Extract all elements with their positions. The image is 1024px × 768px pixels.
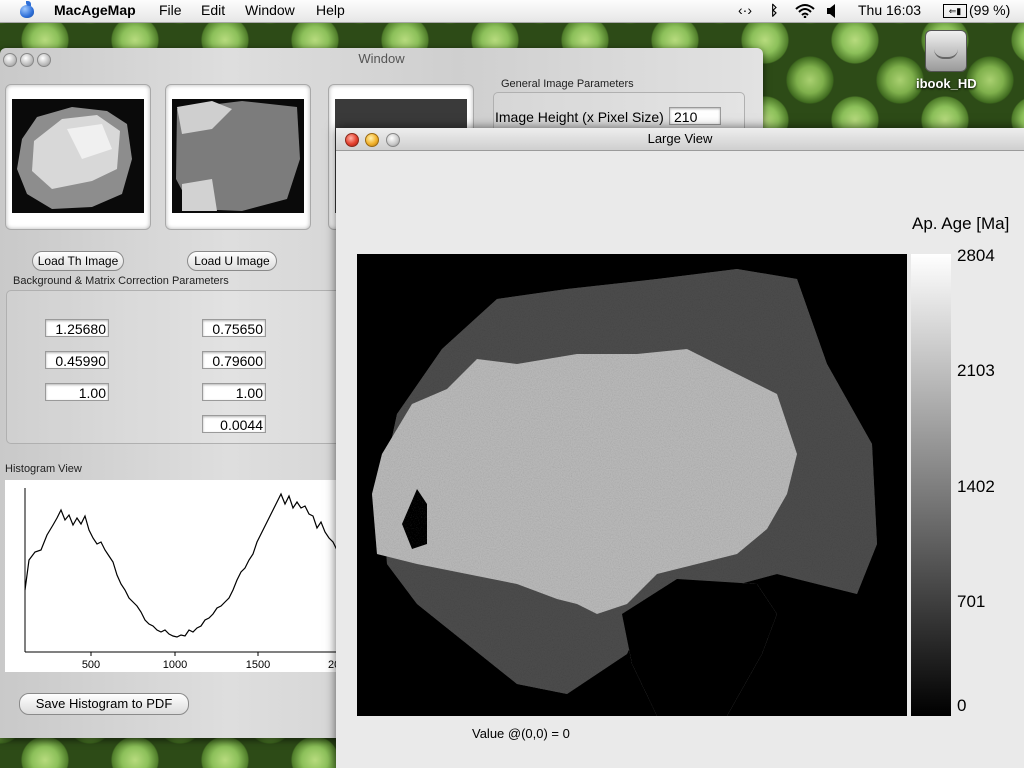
close-button[interactable]	[3, 53, 17, 67]
save-histogram-button[interactable]: Save Histogram to PDF	[19, 693, 189, 715]
bluetooth-icon[interactable]: ᛒ	[770, 2, 778, 18]
u-background-field[interactable]: 0.75650	[202, 319, 266, 337]
minimize-button[interactable]	[20, 53, 34, 67]
hard-drive-icon[interactable]: ibook_HD	[916, 30, 977, 91]
apple-menu-icon[interactable]	[18, 1, 36, 19]
colorbar-tick: 701	[957, 592, 986, 611]
colorbar-tick: 0	[957, 696, 967, 715]
age-map-image[interactable]	[357, 254, 907, 716]
histogram-plot: 500 1000 1500 20	[24, 488, 341, 671]
file-menu[interactable]: File	[159, 2, 182, 18]
colorbar-title: Ap. Age [Ma]	[912, 214, 1010, 233]
decay-constant-field[interactable]: 0.0044	[202, 415, 266, 433]
th-image-preview	[17, 107, 132, 209]
close-button[interactable]	[345, 133, 359, 147]
edit-menu[interactable]: Edit	[201, 2, 225, 18]
age-map-graphic	[372, 269, 877, 716]
sync-icon[interactable]: ‹·›	[738, 2, 752, 18]
wifi-icon[interactable]	[795, 3, 815, 18]
histogram-tick: 1500	[246, 659, 270, 671]
window-menu[interactable]: Window	[245, 2, 295, 18]
drive-label: ibook_HD	[916, 76, 977, 91]
large-view-titlebar[interactable]: Large View	[336, 128, 1024, 151]
histogram-label: Histogram View	[5, 463, 82, 475]
window-title: Large View	[647, 131, 713, 146]
pixel-value-readout: Value @(0,0) = 0	[472, 726, 570, 741]
th-image-well[interactable]	[5, 84, 151, 230]
u-scale-field[interactable]: 1.00	[202, 383, 266, 401]
large-view-window: Large View Ap. Age [Ma] 2804 2103 1402 7…	[336, 128, 1024, 768]
volume-icon[interactable]	[826, 4, 838, 18]
zoom-button[interactable]	[386, 133, 400, 147]
u-image-well[interactable]	[165, 84, 311, 230]
th-background-field[interactable]: 1.25680	[45, 319, 109, 337]
main-titlebar[interactable]: Window	[0, 48, 763, 70]
th-scale-field[interactable]: 1.00	[45, 383, 109, 401]
battery-icon[interactable]: ⇐▮	[943, 4, 967, 18]
histogram-tick: 500	[82, 659, 100, 671]
image-height-label: Image Height (x Pixel Size)	[495, 109, 664, 125]
app-menu[interactable]: MacAgeMap	[54, 2, 136, 18]
help-menu[interactable]: Help	[316, 2, 345, 18]
u-matrix-field[interactable]: 0.79600	[202, 351, 266, 369]
histogram-tick: 1000	[163, 659, 187, 671]
correction-params-label: Background & Matrix Correction Parameter…	[13, 275, 229, 287]
load-u-image-button[interactable]: Load U Image	[187, 251, 277, 271]
u-image-preview	[176, 101, 300, 211]
menu-bar: MacAgeMap File Edit Window Help ‹·› ᛒ Th…	[0, 0, 1024, 23]
colorbar-tick: 2804	[957, 246, 995, 265]
colorbar	[911, 254, 951, 716]
minimize-button[interactable]	[365, 133, 379, 147]
histogram-view: 500 1000 1500 20	[5, 480, 341, 672]
colorbar-tick: 1402	[957, 477, 995, 496]
battery-percent: (99 %)	[969, 2, 1011, 18]
zoom-button[interactable]	[37, 53, 51, 67]
image-height-field[interactable]: 210	[669, 107, 721, 125]
window-title: Window	[358, 51, 405, 66]
load-th-image-button[interactable]: Load Th Image	[32, 251, 124, 271]
clock[interactable]: Thu 16:03	[858, 2, 921, 18]
colorbar-tick: 2103	[957, 361, 995, 380]
general-params-label: General Image Parameters	[501, 78, 634, 90]
th-matrix-field[interactable]: 0.45990	[45, 351, 109, 369]
